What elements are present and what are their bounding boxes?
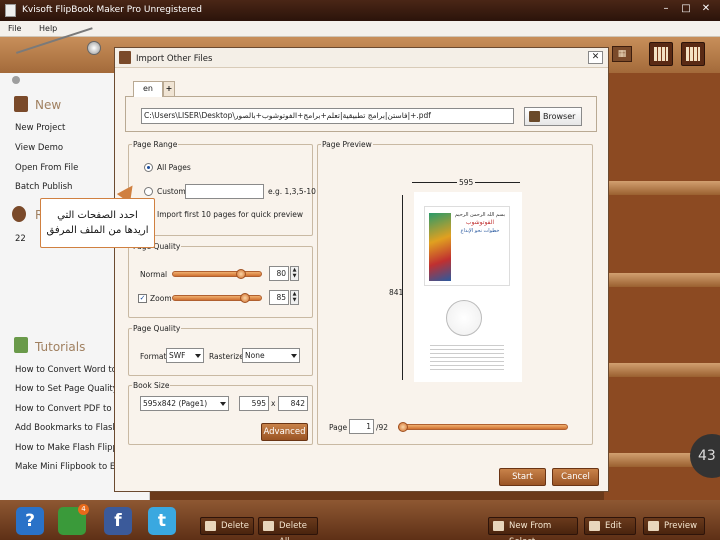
- import-first-label: Import first 10 pages for quick preview: [157, 210, 303, 219]
- normal-label: Normal: [140, 270, 168, 279]
- chevron-down-icon: [291, 354, 297, 358]
- folder-icon: [529, 111, 540, 122]
- size-separator: x: [271, 399, 276, 408]
- file-path-field[interactable]: C:\Users\LISER\Desktop\فاستن|برامج تطبيق…: [141, 108, 514, 124]
- page-number-input[interactable]: 1: [349, 419, 374, 434]
- dialog-title-bar: Import Other Files ✕: [115, 48, 608, 68]
- shelf-board: [604, 181, 720, 195]
- tutorials-icon: [14, 337, 28, 353]
- format-select[interactable]: SWF: [166, 348, 204, 363]
- all-pages-label: All Pages: [157, 163, 191, 172]
- preview-button[interactable]: Preview: [643, 517, 705, 535]
- layout-button[interactable]: ▦: [612, 46, 632, 62]
- normal-slider[interactable]: [172, 271, 262, 277]
- zoom-checkbox[interactable]: ✓: [138, 294, 147, 303]
- recent-clock-icon: [12, 206, 26, 222]
- format-label: Format: [140, 352, 167, 361]
- page-total: /92: [376, 423, 389, 432]
- zoom-quality-input[interactable]: 85: [269, 290, 289, 305]
- page-preview-label: Page Preview: [321, 140, 373, 149]
- cancel-button[interactable]: Cancel: [552, 468, 599, 486]
- normal-spinner[interactable]: ▲ ▼: [290, 266, 299, 281]
- update-badge: 4: [78, 504, 89, 515]
- zoom-spinner[interactable]: ▲ ▼: [290, 290, 299, 305]
- book-width-input[interactable]: 595: [239, 396, 269, 411]
- normal-slider-thumb[interactable]: [236, 269, 246, 279]
- delete-icon: [205, 521, 216, 531]
- delete-button[interactable]: Delete: [200, 517, 254, 535]
- new-from-select-button[interactable]: New From Select: [488, 517, 578, 540]
- menu-help[interactable]: Help: [39, 24, 57, 33]
- page-label: Page: [329, 423, 348, 432]
- custom-label: Custom: [157, 187, 186, 196]
- delete-all-button[interactable]: Delete All: [258, 517, 318, 540]
- all-pages-radio[interactable]: [144, 163, 153, 172]
- shelf-board: [604, 363, 720, 377]
- recent-item[interactable]: 22: [15, 234, 26, 244]
- custom-radio[interactable]: [144, 187, 153, 196]
- pointer-knob: [87, 41, 101, 55]
- dialog-close-button[interactable]: ✕: [588, 51, 603, 64]
- twitter-icon[interactable]: t: [148, 507, 176, 535]
- maximize-button[interactable]: □: [678, 3, 694, 16]
- zoom-slider-thumb[interactable]: [240, 293, 250, 303]
- edit-icon: [589, 521, 600, 531]
- pointer-dot: [12, 76, 20, 84]
- check-icon: [493, 521, 504, 531]
- close-button[interactable]: ✕: [698, 3, 714, 16]
- preview-cover-art: بسم الله الرحمن الرحيم الفوتوشوب خطوات ن…: [424, 206, 510, 286]
- new-heading: New: [35, 98, 62, 112]
- browse-button[interactable]: Browser: [524, 107, 582, 126]
- page-range-label: Page Range: [132, 140, 179, 149]
- page-quality-group: [128, 246, 313, 318]
- advanced-button[interactable]: Advanced: [261, 423, 308, 441]
- window-title: Kvisoft FlipBook Maker Pro Unregistered: [22, 5, 202, 15]
- page-slider-thumb[interactable]: [398, 422, 408, 432]
- delete-all-icon: [263, 521, 274, 531]
- annotation-callout: احدد الصفحات التي اريدها من الملف المرفق: [40, 198, 155, 248]
- facebook-icon[interactable]: f: [104, 507, 132, 535]
- cover-text: بسم الله الرحمن الرحيم الفوتوشوب خطوات ن…: [454, 212, 506, 234]
- preview-text-lines: [430, 342, 504, 372]
- title-bar: Kvisoft FlipBook Maker Pro Unregistered …: [0, 0, 720, 21]
- add-book-button[interactable]: [649, 42, 673, 66]
- help-icon[interactable]: ?: [16, 507, 44, 535]
- edit-button[interactable]: Edit: [584, 517, 636, 535]
- eye-icon: [648, 521, 659, 531]
- add-tab-button[interactable]: +: [163, 81, 175, 97]
- dialog-title: Import Other Files: [136, 54, 213, 64]
- bookshelf-icon: [686, 47, 700, 61]
- chevron-down-icon: [220, 402, 226, 406]
- format-group-label: Page Quality: [132, 324, 182, 333]
- height-dimension-label: 841: [389, 288, 404, 297]
- menu-file[interactable]: File: [8, 24, 21, 33]
- custom-range-input[interactable]: [185, 184, 264, 199]
- feather-illustration: [429, 213, 451, 281]
- bookshelf-icon: [654, 47, 668, 61]
- book-height-input[interactable]: 842: [278, 396, 308, 411]
- shelf-board: [604, 273, 720, 287]
- dialog-app-icon: [119, 51, 131, 64]
- book-size-label: Book Size: [132, 381, 171, 390]
- app-icon: [5, 4, 16, 17]
- rasterize-label: Rasterize: [209, 352, 244, 361]
- start-button[interactable]: Start: [499, 468, 546, 486]
- chevron-down-icon: [195, 354, 201, 358]
- page-slider[interactable]: [398, 424, 568, 430]
- normal-quality-input[interactable]: 80: [269, 266, 289, 281]
- minimize-button[interactable]: –: [658, 3, 674, 16]
- remove-book-button[interactable]: [681, 42, 705, 66]
- book-size-select[interactable]: 595x842 (Page1): [140, 396, 229, 411]
- width-dimension-label: 595: [457, 178, 476, 187]
- menu-bar: File Help: [0, 21, 720, 37]
- zoom-label: Zoom: [150, 294, 172, 303]
- calligraphy-seal: [446, 300, 482, 336]
- rasterize-select[interactable]: None: [242, 348, 300, 363]
- tutorials-heading: Tutorials: [35, 340, 86, 354]
- new-book-icon: [14, 96, 28, 112]
- custom-hint: e.g. 1,3,5-10: [268, 187, 316, 196]
- tab-en[interactable]: en: [133, 81, 163, 97]
